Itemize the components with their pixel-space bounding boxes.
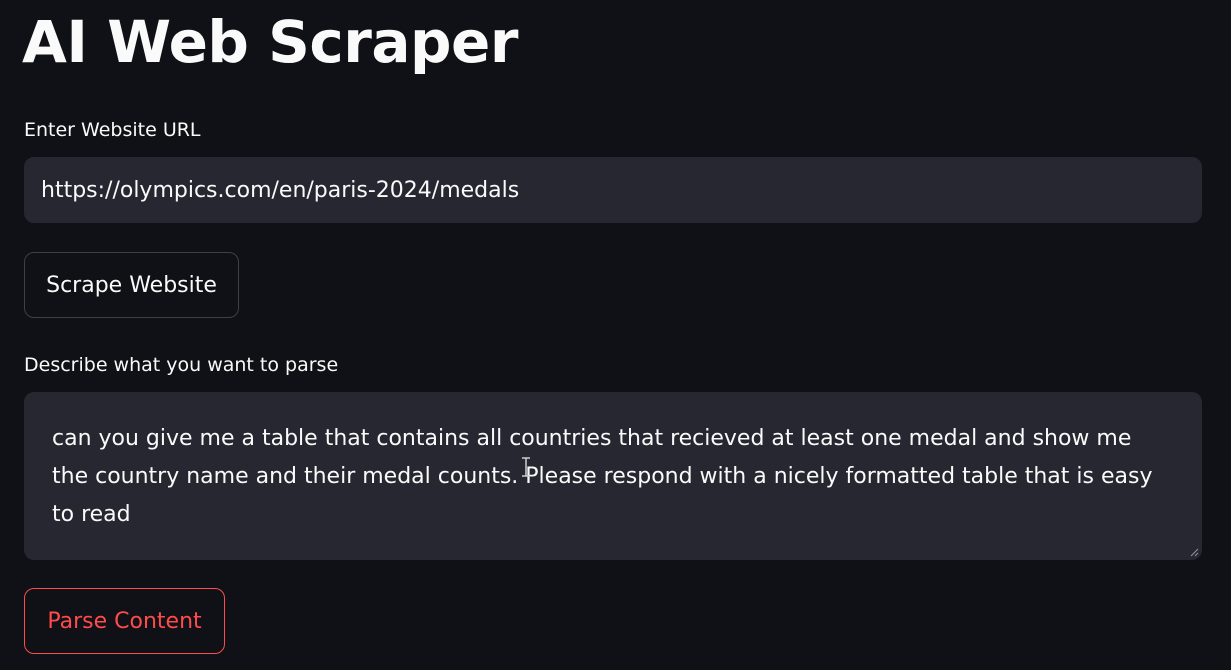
page-title: AI Web Scraper xyxy=(22,8,518,76)
parse-content-button[interactable]: Parse Content xyxy=(24,588,225,654)
resize-handle-icon[interactable] xyxy=(1189,547,1199,557)
url-input[interactable] xyxy=(24,157,1202,223)
url-field-label: Enter Website URL xyxy=(24,119,201,141)
parse-description-text[interactable]: can you give me a table that contains al… xyxy=(52,420,1172,534)
parse-field-label: Describe what you want to parse xyxy=(24,354,339,376)
text-cursor-icon xyxy=(522,457,530,477)
app-page: AI Web Scraper Enter Website URL Scrape … xyxy=(0,0,1231,670)
scrape-website-button[interactable]: Scrape Website xyxy=(24,252,239,318)
parse-description-textarea[interactable]: can you give me a table that contains al… xyxy=(24,392,1202,560)
